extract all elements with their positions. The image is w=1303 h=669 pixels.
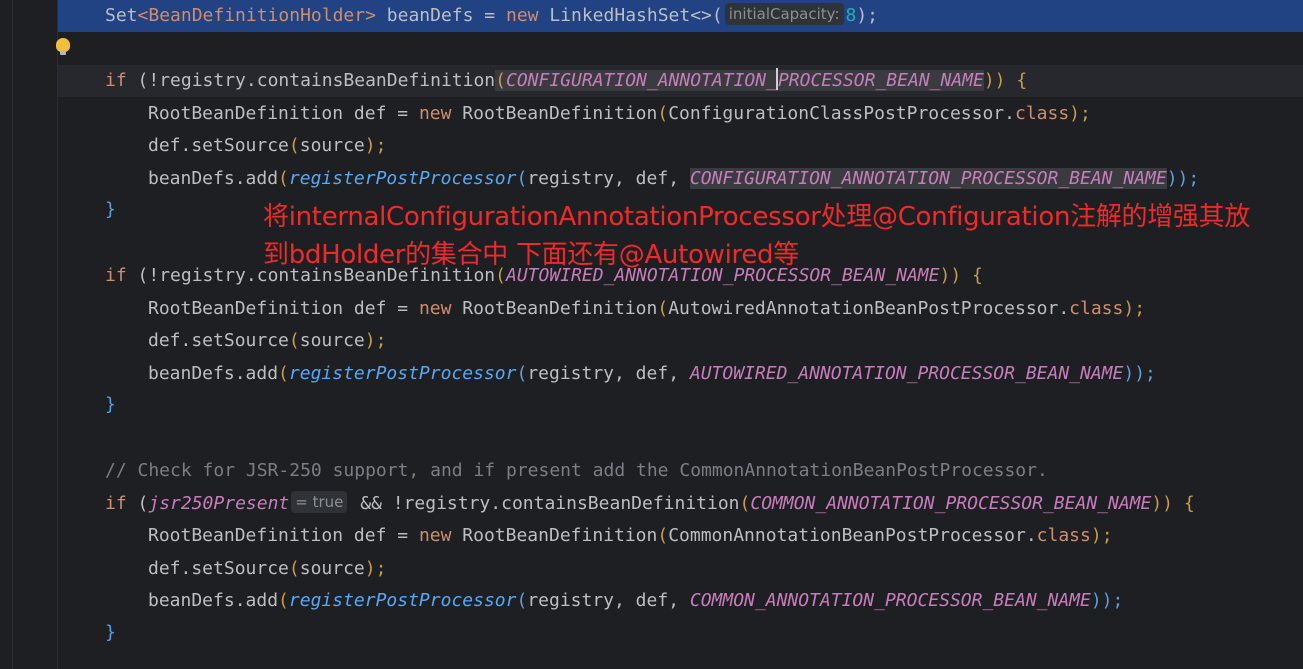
code-line[interactable]: } xyxy=(105,618,116,648)
editor-gutter[interactable] xyxy=(0,0,58,669)
code-line[interactable]: RootBeanDefinition def = new RootBeanDef… xyxy=(148,521,1113,551)
code-line[interactable]: def.setSource(source); xyxy=(148,326,386,356)
code-line[interactable]: RootBeanDefinition def = new RootBeanDef… xyxy=(148,294,1145,324)
code-line[interactable]: } xyxy=(105,195,116,225)
code-line[interactable]: Set<BeanDefinitionHolder> beanDefs = new… xyxy=(105,1,878,31)
code-line[interactable]: beanDefs.add(registerPostProcessor(regis… xyxy=(148,164,1199,194)
code-line[interactable]: if (!registry.containsBeanDefinition(CON… xyxy=(105,66,1027,96)
value-hint: = true xyxy=(291,491,348,513)
code-comment[interactable]: // Check for JSR-250 support, and if pre… xyxy=(105,456,1048,486)
code-line[interactable]: } xyxy=(105,390,116,420)
code-line[interactable]: beanDefs.add(registerPostProcessor(regis… xyxy=(148,586,1123,616)
code-editor[interactable]: Set<BeanDefinitionHolder> beanDefs = new… xyxy=(58,0,1303,669)
code-line[interactable]: beanDefs.add(registerPostProcessor(regis… xyxy=(148,359,1156,389)
overlay-annotation: 将internalConfigurationAnnotationProcesso… xyxy=(263,202,1251,270)
code-line[interactable]: def.setSource(source); xyxy=(148,131,386,161)
code-line[interactable]: RootBeanDefinition def = new RootBeanDef… xyxy=(148,99,1091,129)
code-line[interactable]: if (jsr250Present = true && !registry.con… xyxy=(105,489,1195,519)
gutter-indent-guide xyxy=(12,0,13,669)
parameter-hint: initialCapacity: xyxy=(724,3,844,25)
code-line[interactable]: def.setSource(source); xyxy=(148,554,386,584)
